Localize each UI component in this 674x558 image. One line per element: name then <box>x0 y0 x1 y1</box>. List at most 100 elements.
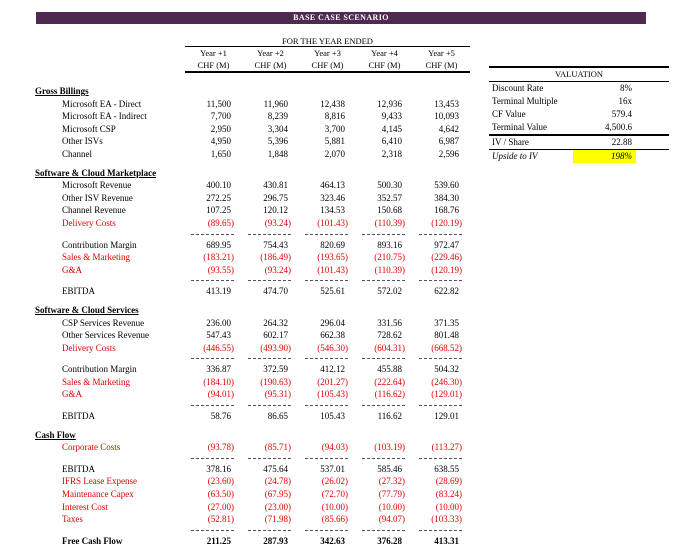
value-cell: (24.78) <box>264 476 291 487</box>
unit-label: CHF (M) <box>254 60 287 70</box>
value-cell: (493.90) <box>260 342 291 353</box>
row-label: EBITDA <box>62 411 95 422</box>
valuation-label: Upside to IV <box>492 151 538 161</box>
value-cell: (129.01) <box>431 389 462 400</box>
subtotal-separator <box>35 276 470 285</box>
value-cell: (63.50) <box>207 489 234 500</box>
dash-line <box>299 401 356 410</box>
value-cell: (184.10) <box>203 376 234 387</box>
dash-line <box>299 454 356 463</box>
value-cell: (113.27) <box>431 442 462 453</box>
row-label: Contribution Margin <box>62 364 137 375</box>
valuation-row: Discount Rate 8% <box>489 82 669 95</box>
dash-line <box>356 401 413 410</box>
dash-line <box>185 276 242 285</box>
table-row: Sales & Marketing (184.10) (190.63) (201.27… <box>35 376 470 389</box>
value-cell: 378.16 <box>206 463 231 474</box>
dash-line <box>299 526 356 535</box>
dash-line <box>299 230 356 239</box>
table-row: Contribution Margin 689.95 754.43 820.69 893… <box>35 239 470 252</box>
projection-table: FOR THE YEAR ENDED Year +1 Year +2 Year +3… <box>35 30 470 547</box>
value-cell: 4,642 <box>438 123 459 134</box>
value-cell: 323.46 <box>320 192 345 203</box>
value-cell: 585.46 <box>377 463 402 474</box>
value-cell: (183.21) <box>203 252 234 263</box>
valuation-title: VALUATION <box>489 68 669 82</box>
row-label: EBITDA <box>62 463 95 474</box>
year-column-headers: Year +1 Year +2 Year +3 Year +4 Year +5 <box>185 47 470 59</box>
valuation-value: 198% <box>573 150 636 163</box>
dash-line <box>185 401 242 410</box>
value-cell: 272.25 <box>206 192 231 203</box>
value-cell: 116.62 <box>377 411 402 422</box>
value-cell: 602.17 <box>263 330 288 341</box>
value-cell: 475.64 <box>263 463 288 474</box>
value-cell: 287.93 <box>263 535 288 546</box>
table-row: Maintenance Capex (63.50) (67.95) (72.70) (7… <box>35 488 470 501</box>
value-cell: 236.00 <box>206 317 231 328</box>
value-cell: (94.03) <box>321 442 348 453</box>
unit-label: CHF (M) <box>368 60 401 70</box>
separator-spacer <box>35 354 185 363</box>
value-cell: 2,070 <box>324 148 345 159</box>
valuation-row: Terminal Multiple 16x <box>489 95 669 108</box>
value-cell: 754.43 <box>263 239 288 250</box>
subtotal-separator <box>35 526 470 535</box>
valuation-label: Discount Rate <box>492 83 544 93</box>
table-row: Microsoft EA - Direct 11,500 11,960 12,438 1… <box>35 98 470 111</box>
value-cell: (246.30) <box>431 376 462 387</box>
value-cell: (120.19) <box>431 264 462 275</box>
value-cell: 107.25 <box>206 205 231 216</box>
value-cell: (222.64) <box>374 376 405 387</box>
value-cell: 168.76 <box>434 205 459 216</box>
value-cell: (27.00) <box>207 501 234 512</box>
statement-sections: Gross Billings Microsoft EA - Direct 11,50… <box>35 85 470 547</box>
value-cell: (103.19) <box>374 442 405 453</box>
value-cell: (186.49) <box>260 252 291 263</box>
valuation-label: Terminal Value <box>492 122 547 132</box>
subtotal-separator <box>35 401 470 410</box>
valuation-rows: Discount Rate 8% Terminal Multiple 16x CF Va… <box>489 82 669 163</box>
table-row: CSP Services Revenue 236.00 264.32 296.04 33… <box>35 317 470 330</box>
column-header: Year +4 <box>371 48 398 58</box>
value-cell: 352.57 <box>377 192 402 203</box>
separator-spacer <box>35 230 185 239</box>
table-row: Delivery Costs (446.55) (493.90) (546.30) (6… <box>35 342 470 355</box>
table-row: Microsoft Revenue 400.10 430.81 464.13 500.3… <box>35 179 470 192</box>
row-label: EBITDA <box>62 286 95 297</box>
value-cell: 58.76 <box>210 411 231 422</box>
row-label: CSP Services Revenue <box>62 317 145 328</box>
value-cell: 400.10 <box>206 180 231 191</box>
table-row: IFRS Lease Expense (23.60) (24.78) (26.02) (… <box>35 475 470 488</box>
valuation-row: CF Value 579.4 <box>489 108 669 121</box>
value-cell: (110.39) <box>374 264 405 275</box>
dash-line <box>242 454 299 463</box>
valuation-value: 8% <box>620 83 632 93</box>
row-label: Delivery Costs <box>62 217 116 228</box>
table-row: Sales & Marketing (183.21) (186.49) (193.65… <box>35 251 470 264</box>
table-row: Taxes (52.81) (71.98) (85.66) (94.07) (103.33… <box>35 513 470 526</box>
value-cell: 622.82 <box>434 286 459 297</box>
section-title: Software & Cloud Services <box>35 304 139 315</box>
value-cell: 4,145 <box>381 123 402 134</box>
value-cell: 4,950 <box>210 136 231 147</box>
section-title: Software & Cloud Marketplace <box>35 167 157 178</box>
dash-line <box>185 230 242 239</box>
unit-label: CHF (M) <box>197 60 230 70</box>
value-cell: 12,936 <box>377 98 402 109</box>
value-cell: (28.69) <box>435 476 462 487</box>
value-cell: 336.87 <box>206 364 231 375</box>
dash-line <box>185 354 242 363</box>
row-label: Microsoft EA - Direct <box>62 98 142 109</box>
value-cell: 3,700 <box>324 123 345 134</box>
section: Software & Cloud Services CSP Services Re… <box>35 304 470 423</box>
column-header: Year +2 <box>257 48 284 58</box>
value-cell: (23.60) <box>207 476 234 487</box>
row-label: Taxes <box>62 514 83 525</box>
value-cell: (101.43) <box>317 217 348 228</box>
table-row: Delivery Costs (89.65) (93.24) (101.43) (110… <box>35 217 470 230</box>
value-cell: (116.62) <box>374 389 405 400</box>
value-cell: 413.31 <box>434 535 459 546</box>
valuation-label: Terminal Multiple <box>492 96 558 106</box>
column-header: Year +3 <box>314 48 341 58</box>
